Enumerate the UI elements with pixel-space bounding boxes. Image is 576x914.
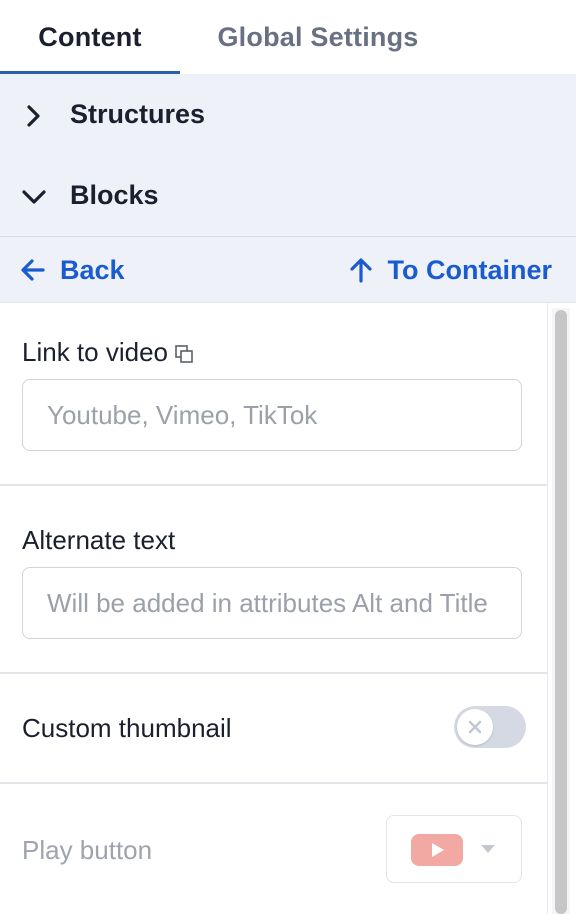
divider [0,782,548,784]
toggle-knob [457,709,493,745]
scrollbar-thumb[interactable] [555,310,567,914]
close-icon [468,720,482,734]
chevron-down-icon [22,190,46,204]
play-button-select[interactable] [386,815,522,883]
tab-global-settings[interactable]: Global Settings [180,0,456,74]
arrow-up-icon [349,258,372,283]
chevron-down-icon [481,845,495,853]
section-structures[interactable]: Structures [0,74,576,156]
video-link-label-row: Link to video [22,337,194,368]
chevron-right-icon [27,105,40,127]
back-label: Back [60,254,125,285]
arrow-left-icon [21,259,45,281]
section-blocks[interactable]: Blocks [0,155,576,237]
divider [0,672,548,674]
play-triangle-icon [432,843,444,857]
section-blocks-label: Blocks [70,180,159,210]
back-button[interactable]: Back [20,237,125,303]
youtube-play-icon [411,834,463,866]
tab-content[interactable]: Content [0,0,180,74]
alt-text-input[interactable] [22,567,522,639]
panel-scrollbar[interactable] [552,308,570,914]
video-link-label: Link to video [22,337,168,367]
to-container-label: To Container [387,254,553,285]
video-link-input[interactable] [22,379,522,451]
to-container-button[interactable]: To Container [348,237,553,303]
alt-text-label: Alternate text [22,525,176,555]
play-button-label: Play button [22,835,153,865]
block-navigation: Back To Container [0,237,576,303]
divider [0,484,548,486]
section-structures-label: Structures [70,99,206,129]
custom-thumbnail-toggle[interactable] [454,706,526,748]
custom-thumbnail-label: Custom thumbnail [22,713,232,743]
copy-icon[interactable] [174,344,194,364]
tab-bar: Content Global Settings [0,0,576,74]
